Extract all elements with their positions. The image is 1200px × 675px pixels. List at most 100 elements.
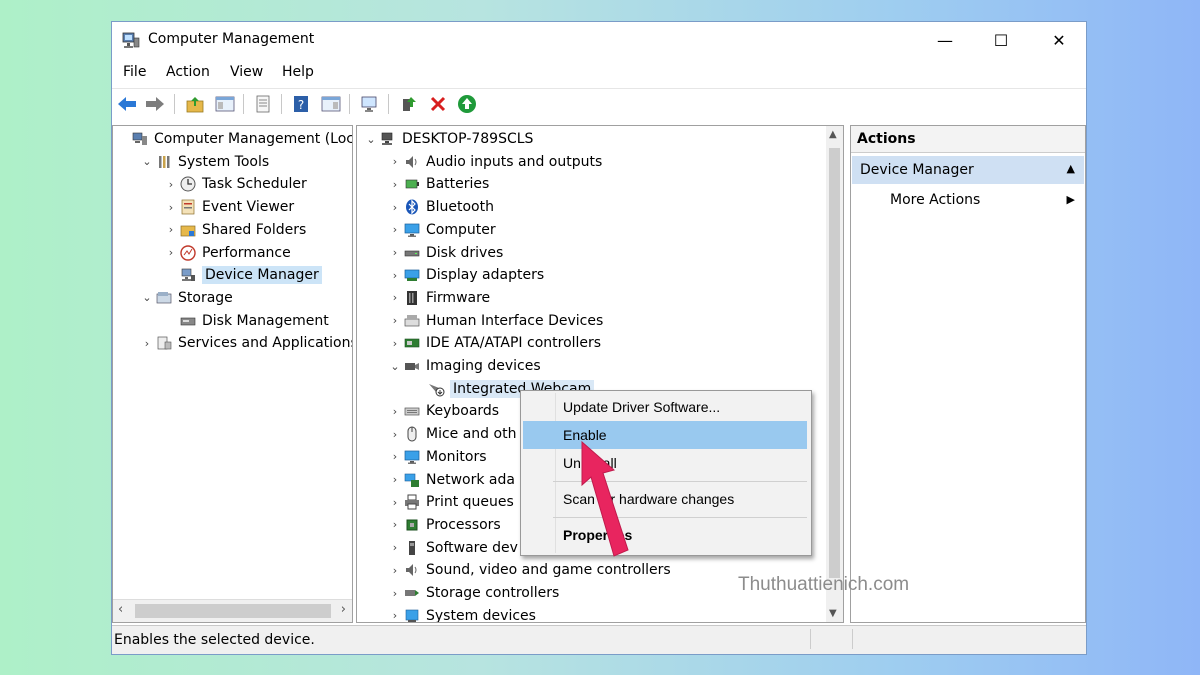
scrollbar-thumb[interactable] bbox=[135, 604, 331, 618]
collapsed-chevron-icon[interactable]: › bbox=[387, 449, 403, 465]
menu-view[interactable]: View bbox=[230, 64, 263, 80]
device-tree-item[interactable]: › Disk drives bbox=[387, 242, 503, 264]
scroll-left-icon[interactable]: ‹ bbox=[118, 602, 123, 617]
disk-drive-icon bbox=[403, 244, 421, 262]
expanded-chevron-icon[interactable]: ⌄ bbox=[387, 358, 403, 374]
expanded-chevron-icon[interactable]: ⌄ bbox=[139, 290, 155, 306]
left-tree-item[interactable]: Computer Management (Local bbox=[115, 128, 352, 150]
collapsed-chevron-icon[interactable]: › bbox=[387, 472, 403, 488]
collapsed-chevron-icon[interactable]: › bbox=[387, 313, 403, 329]
device-tree-item[interactable]: › Bluetooth bbox=[387, 196, 494, 218]
menu-scan-hardware[interactable]: Scan for hardware changes bbox=[523, 485, 807, 513]
left-tree-item[interactable]: Disk Management bbox=[163, 310, 329, 332]
collapsed-chevron-icon[interactable]: › bbox=[387, 540, 403, 556]
device-tree-item[interactable]: › Firmware bbox=[387, 287, 490, 309]
up-folder-icon[interactable] bbox=[185, 94, 205, 114]
scroll-up-icon[interactable]: ▲ bbox=[829, 129, 837, 140]
device-tree-item[interactable]: › Human Interface Devices bbox=[387, 310, 603, 332]
left-tree-item[interactable]: ⌄ System Tools bbox=[139, 151, 269, 173]
horizontal-scrollbar[interactable]: ‹ › bbox=[113, 599, 352, 622]
collapsed-chevron-icon[interactable]: › bbox=[163, 245, 179, 261]
collapsed-chevron-icon[interactable]: › bbox=[387, 517, 403, 533]
maximize-button[interactable]: ☐ bbox=[972, 22, 1030, 58]
left-tree-item[interactable]: › Task Scheduler bbox=[163, 173, 307, 195]
menu-help[interactable]: Help bbox=[282, 64, 314, 80]
properties-sheet-icon[interactable] bbox=[253, 94, 273, 114]
scroll-down-icon[interactable]: ▼ bbox=[829, 608, 837, 619]
tools-icon bbox=[155, 153, 173, 171]
menu-file[interactable]: File bbox=[123, 64, 146, 80]
collapsed-chevron-icon[interactable]: › bbox=[387, 245, 403, 261]
collapsed-chevron-icon[interactable]: › bbox=[387, 222, 403, 238]
collapsed-chevron-icon[interactable]: › bbox=[163, 222, 179, 238]
collapsed-chevron-icon[interactable]: › bbox=[163, 199, 179, 215]
collapse-up-icon[interactable]: ▲ bbox=[1067, 162, 1075, 175]
collapsed-chevron-icon[interactable]: › bbox=[387, 176, 403, 192]
left-tree-item[interactable]: › Services and Applications bbox=[139, 332, 352, 354]
close-button[interactable]: ✕ bbox=[1030, 22, 1088, 58]
collapsed-chevron-icon[interactable]: › bbox=[139, 335, 155, 351]
update-driver-icon[interactable] bbox=[399, 94, 419, 114]
left-tree-item[interactable]: ⌄ Storage bbox=[139, 287, 232, 309]
scroll-right-icon[interactable]: › bbox=[341, 602, 346, 617]
uninstall-icon[interactable] bbox=[428, 94, 448, 114]
device-tree-item[interactable]: › System devices bbox=[387, 605, 536, 622]
expanded-chevron-icon[interactable]: ⌄ bbox=[139, 154, 155, 170]
left-tree-item[interactable]: › Performance bbox=[163, 242, 291, 264]
forward-arrow-icon[interactable] bbox=[145, 94, 165, 114]
collapsed-chevron-icon[interactable]: › bbox=[163, 176, 179, 192]
collapsed-chevron-icon[interactable]: › bbox=[387, 267, 403, 283]
left-tree-item[interactable]: › Event Viewer bbox=[163, 196, 294, 218]
menu-uninstall[interactable]: Uninstall bbox=[523, 449, 807, 477]
device-tree-item[interactable]: ⌄ DESKTOP-789SCLS bbox=[363, 128, 533, 150]
device-tree-item[interactable]: ⌄ Imaging devices bbox=[387, 355, 540, 377]
actions-section-device-manager[interactable]: Device Manager ▲ bbox=[852, 156, 1084, 184]
device-tree-label: Monitors bbox=[426, 448, 487, 465]
device-tree-item[interactable]: › Print queues bbox=[387, 491, 514, 513]
collapsed-chevron-icon[interactable]: › bbox=[387, 585, 403, 601]
collapsed-chevron-icon[interactable]: › bbox=[387, 608, 403, 622]
show-hide-tree-icon[interactable] bbox=[215, 94, 235, 114]
collapsed-chevron-icon[interactable]: › bbox=[387, 494, 403, 510]
collapsed-chevron-icon[interactable]: › bbox=[387, 403, 403, 419]
scan-hardware-icon[interactable] bbox=[360, 94, 380, 114]
menu-enable[interactable]: Enable bbox=[523, 421, 807, 449]
action-pane-icon[interactable] bbox=[321, 94, 341, 114]
device-tree-item[interactable]: › Network ada bbox=[387, 469, 515, 491]
enable-device-icon[interactable] bbox=[457, 94, 477, 114]
device-tree-item[interactable]: › Processors bbox=[387, 514, 501, 536]
collapsed-chevron-icon[interactable]: › bbox=[387, 426, 403, 442]
vertical-scrollbar[interactable]: ▲ ▼ bbox=[826, 126, 843, 622]
device-tree-item[interactable]: › Keyboards bbox=[387, 400, 499, 422]
annotation-arrow-icon bbox=[581, 440, 629, 557]
collapsed-chevron-icon[interactable]: › bbox=[387, 154, 403, 170]
scrollbar-thumb[interactable] bbox=[829, 148, 840, 578]
device-tree-item[interactable]: › Monitors bbox=[387, 446, 487, 468]
disk-management-icon bbox=[179, 312, 197, 330]
left-tree-item[interactable]: Device Manager bbox=[163, 264, 322, 286]
collapsed-chevron-icon[interactable]: › bbox=[387, 199, 403, 215]
left-tree-item[interactable]: › Shared Folders bbox=[163, 219, 307, 241]
mouse-icon bbox=[403, 425, 421, 443]
menu-update-driver[interactable]: Update Driver Software... bbox=[523, 393, 807, 421]
device-tree-item[interactable]: › Batteries bbox=[387, 173, 490, 195]
title-bar[interactable]: Computer Management — ☐ ✕ bbox=[112, 22, 1086, 58]
menu-properties[interactable]: Properties bbox=[523, 521, 807, 549]
processor-icon bbox=[403, 516, 421, 534]
device-tree-item[interactable]: › Computer bbox=[387, 219, 496, 241]
device-tree-item[interactable]: › Storage controllers bbox=[387, 582, 560, 604]
collapsed-chevron-icon[interactable]: › bbox=[387, 562, 403, 578]
menu-action[interactable]: Action bbox=[166, 64, 210, 80]
more-actions-item[interactable]: More Actions ▶ bbox=[852, 188, 1084, 214]
device-tree-item[interactable]: › Mice and oth bbox=[387, 423, 517, 445]
minimize-button[interactable]: — bbox=[916, 22, 974, 58]
device-tree-item[interactable]: › Audio inputs and outputs bbox=[387, 151, 602, 173]
device-tree-item[interactable]: › Display adapters bbox=[387, 264, 544, 286]
back-arrow-icon[interactable] bbox=[117, 94, 137, 114]
collapsed-chevron-icon[interactable]: › bbox=[387, 335, 403, 351]
help-icon[interactable]: ? bbox=[291, 94, 311, 114]
collapsed-chevron-icon[interactable]: › bbox=[387, 290, 403, 306]
device-tree-item[interactable]: › Software dev bbox=[387, 537, 518, 559]
device-tree-item[interactable]: › IDE ATA/ATAPI controllers bbox=[387, 332, 601, 354]
expanded-chevron-icon[interactable]: ⌄ bbox=[363, 131, 379, 147]
